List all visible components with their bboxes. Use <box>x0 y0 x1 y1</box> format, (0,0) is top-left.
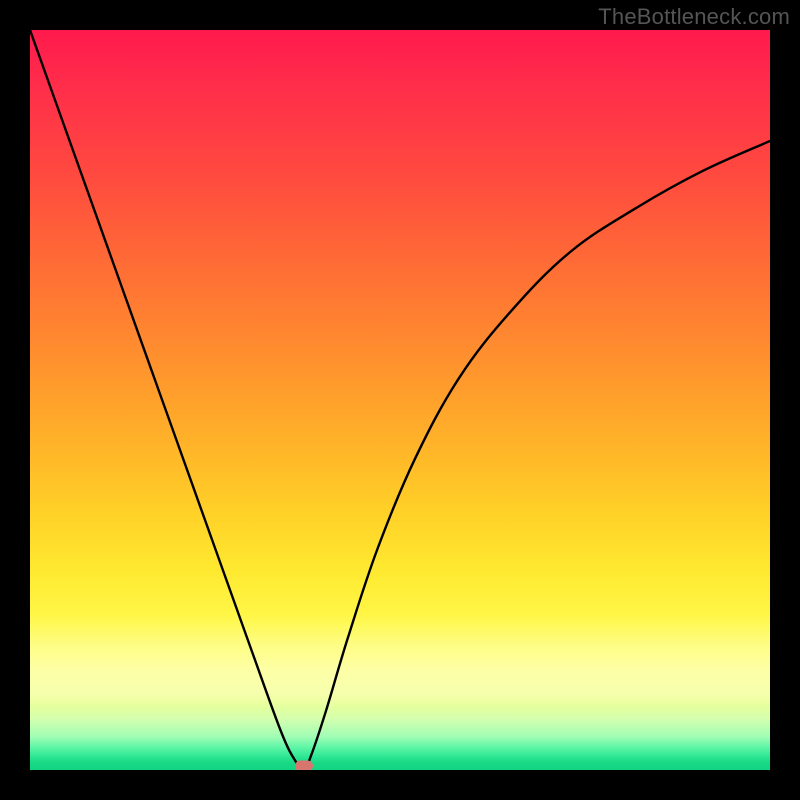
minimum-marker <box>295 761 313 770</box>
plot-area <box>30 30 770 770</box>
chart-frame: TheBottleneck.com <box>0 0 800 800</box>
watermark-text: TheBottleneck.com <box>598 4 790 30</box>
bottleneck-curve <box>30 30 770 770</box>
